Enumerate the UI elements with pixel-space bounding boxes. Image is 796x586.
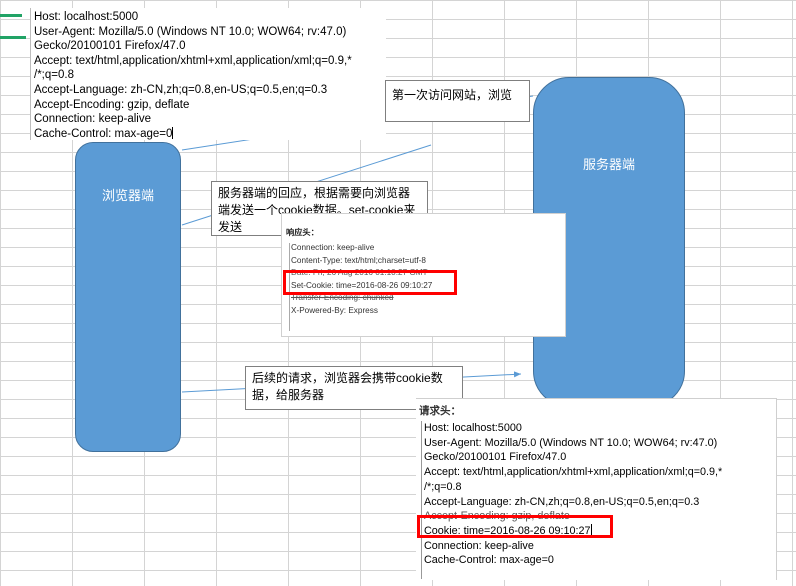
- request-line: Accept-Language: zh-CN,zh;q=0.8,en-US;q=…: [424, 495, 700, 508]
- request-line: Gecko/20100101 Firefox/47.0: [424, 451, 567, 464]
- request-line: Connection: keep-alive: [424, 539, 534, 552]
- header-line: /*;q=0.8: [34, 69, 74, 82]
- header-line: User-Agent: Mozilla/5.0 (Windows NT 10.0…: [34, 25, 347, 38]
- header-line: Cache-Control: max-age=0: [34, 127, 173, 140]
- response-panel-title: 响应头：: [286, 228, 319, 237]
- first-request-headers: Host: localhost:5000 User-Agent: Mozilla…: [30, 8, 386, 140]
- server-node-label: 服务器端: [582, 157, 635, 172]
- request-panel-title: 请求头：: [419, 405, 461, 417]
- caption-first-visit: 第一次访问网站，浏览: [385, 80, 530, 122]
- response-line: Content-Type: text/html;charset=utf-8: [291, 255, 426, 265]
- cookie-highlight: [417, 515, 613, 538]
- panel-edge: [30, 8, 31, 140]
- request-line: User-Agent: Mozilla/5.0 (Windows NT 10.0…: [424, 436, 718, 449]
- request-line: Cache-Control: max-age=0: [424, 554, 554, 567]
- browser-node-label: 浏览器端: [101, 188, 154, 203]
- browser-node: 浏览器端: [75, 142, 181, 452]
- request-line: Accept: text/html,application/xhtml+xml,…: [424, 466, 723, 479]
- panel-edge: [421, 421, 422, 579]
- header-line: Gecko/20100101 Firefox/47.0: [34, 40, 186, 53]
- request-line: Host: localhost:5000: [424, 422, 522, 434]
- response-line: Connection: keep-alive: [291, 243, 375, 252]
- header-line: Host: localhost:5000: [34, 11, 139, 23]
- text-cursor: [172, 126, 174, 139]
- header-line: Accept-Encoding: gzip, deflate: [34, 98, 190, 111]
- header-line: Accept-Language: zh-CN,zh;q=0.8,en-US;q=…: [34, 83, 328, 96]
- response-line: X-Powered-By: Express: [291, 305, 378, 315]
- request-headers-panel: 请求头： Host: localhost:5000 User-Agent: Mo…: [416, 398, 777, 580]
- request-line: /*;q=0.8: [424, 480, 462, 493]
- header-line: Accept: text/html,application/xhtml+xml,…: [34, 54, 352, 67]
- header-line: Connection: keep-alive: [34, 113, 151, 126]
- set-cookie-highlight: [283, 270, 457, 295]
